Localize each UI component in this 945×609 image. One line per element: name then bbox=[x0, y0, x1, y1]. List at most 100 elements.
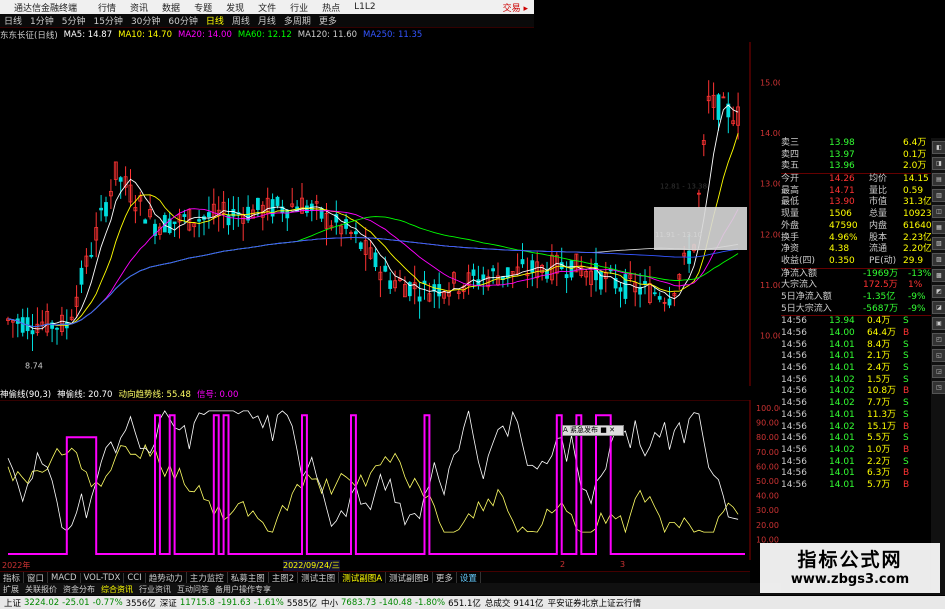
ma250-legend: MA250: 11.35 bbox=[363, 30, 423, 40]
tool-icon[interactable]: ▨ bbox=[932, 253, 945, 266]
period-1min[interactable]: 1分钟 bbox=[26, 14, 58, 27]
index-sh-label[interactable]: 上证 bbox=[4, 597, 21, 609]
app-title: 通达信金融终端 bbox=[14, 3, 78, 14]
tick-price: 14.01 bbox=[829, 479, 855, 490]
period-5min[interactable]: 5分钟 bbox=[58, 14, 90, 27]
chart-tooltip[interactable]: A 紧急发布 ■ ✕ bbox=[562, 425, 624, 436]
index-sz-value: 11715.8 bbox=[179, 597, 215, 608]
tab-vol[interactable]: VOL-TDX bbox=[81, 573, 125, 583]
tick-volume: 0.4万 bbox=[867, 316, 891, 327]
candle-body bbox=[491, 268, 496, 272]
period-60min[interactable]: 60分钟 bbox=[164, 14, 201, 27]
tick-price: 14.02 bbox=[829, 398, 855, 409]
ma120-legend: MA120: 11.60 bbox=[297, 30, 358, 40]
tick-time: 14:56 bbox=[781, 363, 807, 374]
tool-icon[interactable]: ◳ bbox=[932, 381, 945, 394]
tab-cci[interactable]: CCI bbox=[124, 573, 146, 583]
tool-icon[interactable]: ▥ bbox=[932, 189, 945, 202]
menu-item-faxian[interactable]: 发现 bbox=[219, 1, 251, 14]
quote-value: 47590 bbox=[829, 220, 858, 231]
period-daily[interactable]: 日线 bbox=[202, 14, 228, 27]
tick-volume: 2.2万 bbox=[867, 456, 891, 467]
watermark-title: 指标公式网 bbox=[797, 549, 903, 571]
tab-macd[interactable]: MACD bbox=[48, 573, 81, 583]
watermark-url: www.zbgs3.com bbox=[790, 572, 910, 587]
indicator-chart[interactable]: 100.00 90.00 80.00 70.00 60.00 50.00 40.00 30.0… bbox=[0, 400, 780, 560]
subtab-kuozhan[interactable]: 扩展 bbox=[0, 584, 22, 595]
tool-icon[interactable]: ▦ bbox=[932, 221, 945, 234]
period-weekly[interactable]: 周线 bbox=[228, 14, 254, 27]
menu-item-l1l2[interactable]: L1L2 bbox=[347, 2, 382, 12]
menu-item-zixun[interactable]: 资讯 bbox=[123, 1, 155, 14]
quote-value: 14.71 bbox=[829, 185, 855, 196]
menu-item-hangqing[interactable]: 行情 bbox=[91, 1, 123, 14]
subtab-hangye[interactable]: 行业资讯 bbox=[136, 584, 174, 595]
subtab-guanlian[interactable]: 关联报价 bbox=[22, 584, 60, 595]
subtab-beiyong[interactable]: 备用户操作专享 bbox=[212, 584, 274, 595]
tick-time: 14:56 bbox=[781, 386, 807, 397]
quote-label: 现量 bbox=[781, 209, 800, 220]
tick-volume: 5.5万 bbox=[867, 433, 891, 444]
subtab-zonghe[interactable]: 综合资讯 bbox=[98, 584, 136, 595]
tick-side: S bbox=[903, 409, 909, 420]
ma20-legend: MA20: 14.00 bbox=[177, 30, 232, 40]
ma20-line bbox=[7, 208, 739, 328]
flow-row: 净流入额 -1969万 -13% bbox=[781, 267, 932, 281]
tick-price: 14.01 bbox=[829, 363, 855, 374]
tick-price: 14.02 bbox=[829, 421, 855, 432]
flow-pct: -9% bbox=[908, 303, 926, 314]
period-15min[interactable]: 15分钟 bbox=[89, 14, 126, 27]
period-more[interactable]: 更多 bbox=[315, 14, 341, 27]
quote-value: 2.20亿 bbox=[903, 244, 933, 255]
tool-icon[interactable]: ▧ bbox=[932, 237, 945, 250]
candle-body bbox=[319, 207, 324, 219]
subtab-zijin[interactable]: 资金分布 bbox=[60, 584, 98, 595]
tool-icon[interactable]: ◫ bbox=[932, 205, 945, 218]
menu-item-wenjian[interactable]: 文件 bbox=[251, 1, 283, 14]
indicator-tick-label: 90.00 bbox=[756, 419, 779, 428]
flow-value: -1.35亿 bbox=[863, 291, 896, 302]
tick-price: 14.02 bbox=[829, 386, 855, 397]
period-30min[interactable]: 30分钟 bbox=[127, 14, 164, 27]
quote-value: 31.3亿 bbox=[903, 197, 933, 208]
menu-item-zhuanti[interactable]: 专题 bbox=[187, 1, 219, 14]
quote-value: 0.59 bbox=[903, 185, 924, 196]
index-zx-label[interactable]: 中小 bbox=[321, 597, 338, 609]
flow-pct: -13% bbox=[908, 268, 932, 279]
tick-row: 14:56 14.01 2.1万 S bbox=[781, 351, 931, 363]
broker-label[interactable]: 平安证券北京上证云行情 bbox=[548, 597, 642, 609]
period-monthly[interactable]: 月线 bbox=[254, 14, 280, 27]
tool-icon[interactable]: ◨ bbox=[932, 157, 945, 170]
tick-side: S bbox=[903, 374, 909, 385]
tool-icon[interactable]: ◱ bbox=[932, 349, 945, 362]
tool-icon[interactable]: ◲ bbox=[932, 365, 945, 378]
subtab-hudong[interactable]: 互动问答 bbox=[174, 584, 212, 595]
index-sz-label[interactable]: 深证 bbox=[160, 597, 177, 609]
menu-item-hangye[interactable]: 行业 bbox=[283, 1, 315, 14]
period-item[interactable]: 日线 bbox=[0, 14, 26, 27]
quote-field-row: 外盘 47590 内盘 61640 bbox=[781, 220, 932, 233]
trade-menu[interactable]: 交易 ▸ bbox=[496, 1, 534, 14]
quote-value: 1506 bbox=[829, 209, 852, 220]
candle-body bbox=[417, 296, 422, 302]
menu-item-redian[interactable]: 热点 bbox=[315, 1, 347, 14]
tick-side: B bbox=[903, 444, 910, 455]
ask-volume: 0.1万 bbox=[903, 149, 927, 160]
tool-icon[interactable]: ◧ bbox=[932, 141, 945, 154]
flow-value: 172.5万 bbox=[863, 280, 898, 291]
menu-item-shuju[interactable]: 数据 bbox=[155, 1, 187, 14]
candle-body bbox=[275, 196, 280, 206]
tool-icon[interactable]: ◩ bbox=[932, 285, 945, 298]
tool-icon[interactable]: ▩ bbox=[932, 269, 945, 282]
tool-icon[interactable]: ▣ bbox=[932, 317, 945, 330]
tool-icon[interactable]: ▤ bbox=[932, 173, 945, 186]
tick-price: 14.01 bbox=[829, 339, 855, 350]
tool-icon[interactable]: ◰ bbox=[932, 333, 945, 346]
quote-label: 今开 bbox=[781, 174, 800, 185]
tool-icon[interactable]: ◪ bbox=[932, 301, 945, 314]
tick-side: B bbox=[903, 421, 910, 432]
period-multi[interactable]: 多周期 bbox=[280, 14, 315, 27]
candle-body bbox=[657, 296, 662, 300]
quote-field-row: 换手 4.96% 股本 2.23亿 bbox=[781, 233, 932, 245]
indicator-tick-label: 30.00 bbox=[756, 506, 779, 515]
